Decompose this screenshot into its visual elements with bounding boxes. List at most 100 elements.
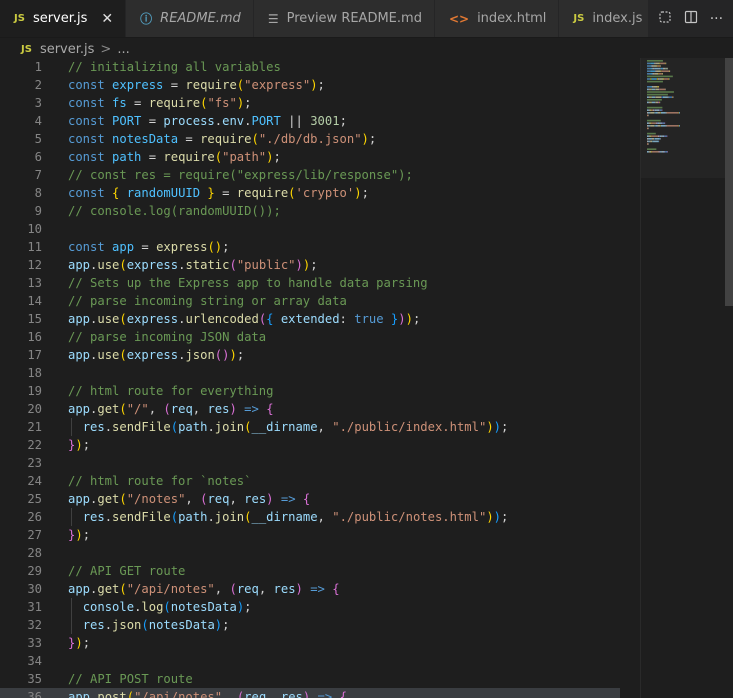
line-number: 1 — [34, 60, 42, 74]
code-line[interactable]: 30 app.get("/api/notes", (req, res) => { — [0, 580, 620, 598]
line-number: 22 — [27, 438, 42, 452]
code-token: extended — [280, 312, 340, 326]
code-token: ( — [141, 618, 149, 632]
code-token: const — [68, 186, 113, 200]
code-token: = — [126, 96, 149, 110]
code-line[interactable]: 27}); — [0, 526, 620, 544]
code-line[interactable]: 20 app.get("/", (req, res) => { — [0, 400, 620, 418]
code-token: , — [185, 492, 201, 506]
tab-preview-readme[interactable]: ☰ Preview README.md — [253, 0, 435, 37]
code-line[interactable]: 4 const PORT = process.env.PORT || 3001; — [0, 112, 620, 130]
code-token: ; — [273, 150, 281, 164]
code-token: ; — [361, 186, 369, 200]
code-line[interactable]: 9 // console.log(randomUUID()); — [0, 202, 620, 220]
code-token: get — [97, 492, 120, 506]
code-line[interactable]: 5 const notesData = require("./db/db.json… — [0, 130, 620, 148]
code-token: fs — [112, 96, 127, 110]
tab-index-js[interactable]: JS index.js — [559, 0, 656, 37]
code-line[interactable]: 28 — [0, 544, 620, 562]
code-token: express — [112, 78, 164, 92]
code-token: ( — [119, 582, 127, 596]
code-token: ) — [75, 528, 83, 542]
close-icon[interactable]: ✕ — [101, 11, 113, 27]
line-number: 7 — [34, 168, 42, 182]
line-number: 2 — [34, 78, 42, 92]
code-token: () — [207, 240, 223, 254]
code-token: log — [141, 600, 164, 614]
breadcrumb-symbols[interactable]: ... — [117, 42, 129, 57]
code-line[interactable]: 35 // API POST route — [0, 670, 620, 688]
code-line[interactable]: 6 const path = require("path"); — [0, 148, 620, 166]
code-line[interactable]: 32 res.json(notesData); — [0, 616, 620, 634]
code-line[interactable]: 26 res.sendFile(path.join(__dirname, "./… — [0, 508, 620, 526]
code-line[interactable]: 14 // parse incoming string or array data — [0, 292, 620, 310]
code-token: ( — [244, 420, 252, 434]
tab-server-js[interactable]: JS server.js ✕ — [0, 0, 127, 37]
code-token: ( — [288, 186, 296, 200]
more-actions-icon[interactable]: ··· — [710, 11, 723, 27]
code-line[interactable]: 7 // const res = require("express/lib/res… — [0, 166, 620, 184]
code-text: const fs = require("fs"); — [68, 94, 252, 112]
vertical-scrollbar[interactable] — [725, 58, 733, 698]
code-line[interactable]: 17 app.use(express.json()); — [0, 346, 620, 364]
tab-index-html[interactable]: <> index.html — [434, 0, 560, 37]
code-token: ( — [119, 492, 127, 506]
code-line[interactable]: 2 const express = require("express"); — [0, 76, 620, 94]
code-token: post — [97, 690, 127, 698]
code-token: ) — [229, 348, 237, 362]
code-token: ; — [317, 78, 325, 92]
code-editor[interactable]: 1 // initializing all variables 2 const exp… — [0, 58, 620, 698]
code-line[interactable]: 31 console.log(notesData); — [0, 598, 620, 616]
code-line[interactable]: 12 app.use(express.static("public")); — [0, 256, 620, 274]
code-text: // parse incoming JSON data — [68, 328, 266, 346]
toggle-icon[interactable] — [658, 10, 672, 28]
line-number: 6 — [34, 150, 42, 164]
code-line[interactable]: 18 — [0, 364, 620, 382]
code-token: notesData — [170, 600, 237, 614]
code-line[interactable]: 3 const fs = require("fs"); — [0, 94, 620, 112]
minimap-slider[interactable] — [641, 58, 726, 178]
code-line[interactable]: 10 — [0, 220, 620, 238]
code-text: const { randomUUID } = require('crypto')… — [68, 184, 369, 202]
code-line[interactable]: 1 // initializing all variables — [0, 58, 620, 76]
code-line[interactable]: 29 // API GET route — [0, 562, 620, 580]
scrollbar-thumb[interactable] — [725, 58, 733, 306]
breadcrumb-file[interactable]: server.js — [40, 42, 94, 57]
code-line[interactable]: 23 — [0, 454, 620, 472]
code-token: ; — [82, 528, 91, 542]
code-line[interactable]: 34 — [0, 652, 620, 670]
code-token: env — [222, 114, 245, 128]
code-line[interactable]: 8 const { randomUUID } = require('crypto'… — [0, 184, 620, 202]
code-token: ; — [339, 114, 347, 128]
code-token: ) — [266, 492, 274, 506]
code-line[interactable]: 25 app.get("/notes", (req, res) => { — [0, 490, 620, 508]
code-line[interactable]: 36 app.post("/api/notes", (req, res) => { — [0, 688, 620, 698]
code-line[interactable]: 21 res.sendFile(path.join(__dirname, "./… — [0, 418, 620, 436]
code-token: "/" — [126, 402, 149, 416]
code-token: ( — [119, 312, 127, 326]
code-token: ( — [251, 132, 259, 146]
code-token: use — [97, 258, 120, 272]
code-line[interactable]: 11 const app = express(); — [0, 238, 620, 256]
tab-readme-md[interactable]: ⓘ README.md — [126, 0, 254, 37]
code-line[interactable]: 19 // html route for everything — [0, 382, 620, 400]
code-token: json — [112, 618, 142, 632]
split-editor-icon[interactable] — [684, 10, 698, 28]
minimap[interactable] — [640, 58, 726, 698]
code-line[interactable]: 15 app.use(express.urlencoded({ extended:… — [0, 310, 620, 328]
code-token: "/api/notes" — [126, 582, 215, 596]
tab-label: server.js — [32, 11, 88, 26]
line-number: 36 — [27, 690, 42, 698]
code-line[interactable]: 22}); — [0, 436, 620, 454]
code-text: app.use(express.urlencoded({ extended: t… — [68, 310, 420, 328]
code-token: express — [156, 240, 208, 254]
code-line[interactable]: 24 // html route for `notes` — [0, 472, 620, 490]
code-token: ) — [310, 78, 318, 92]
code-token: ) — [75, 636, 83, 650]
code-line[interactable]: 16 // parse incoming JSON data — [0, 328, 620, 346]
code-line[interactable]: 13 // Sets up the Express app to handle d… — [0, 274, 620, 292]
code-line[interactable]: 33}); — [0, 634, 620, 652]
code-token: PORT — [112, 114, 142, 128]
code-token: : — [339, 312, 355, 326]
javascript-file-icon: JS — [14, 13, 25, 24]
